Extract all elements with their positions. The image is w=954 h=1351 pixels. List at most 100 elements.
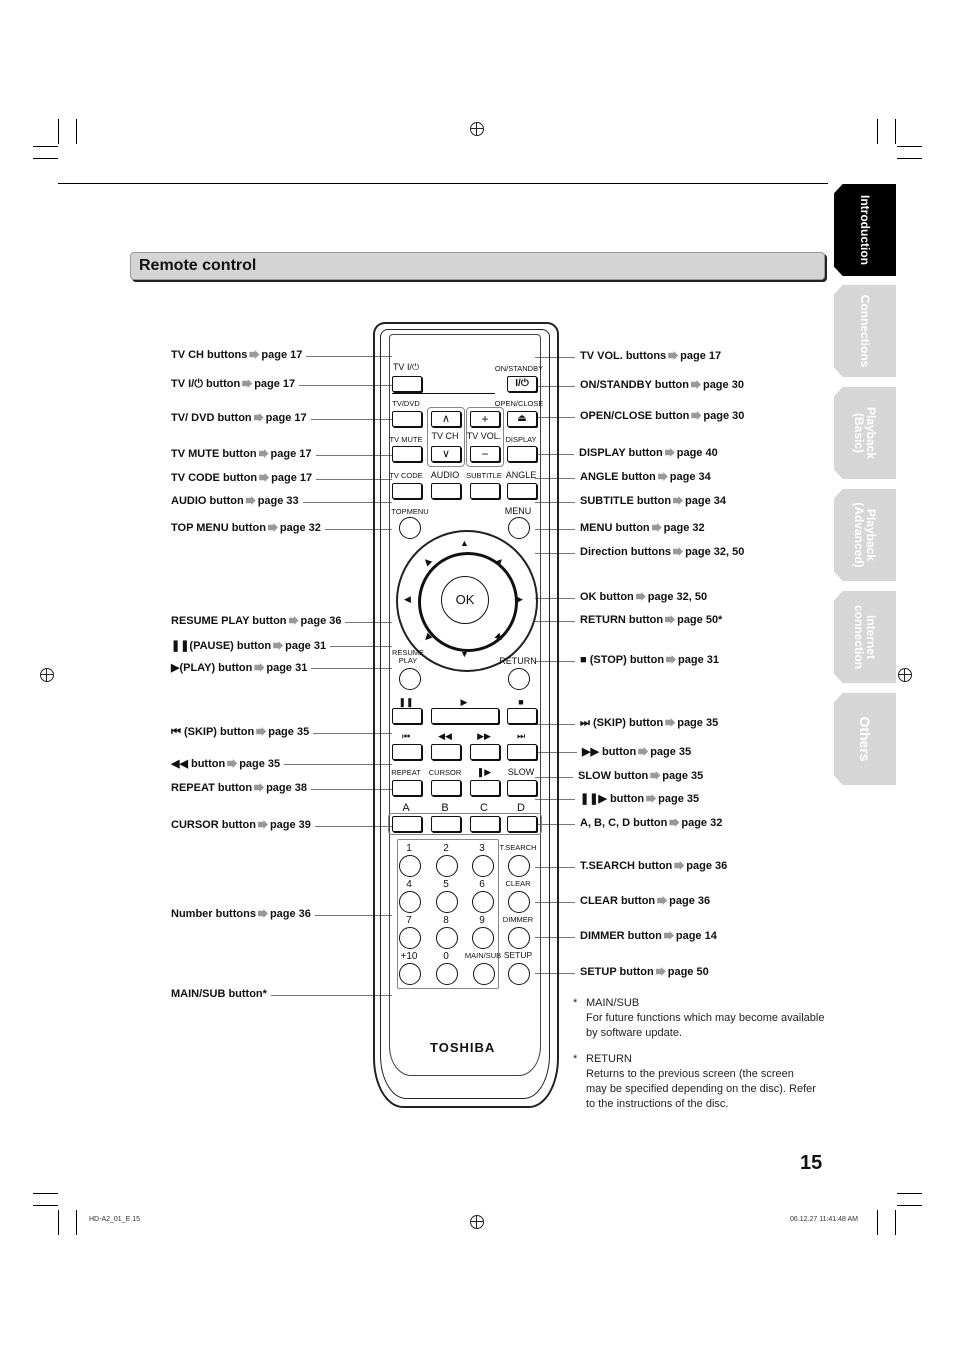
tv-dvd-button[interactable]: [392, 411, 422, 427]
page-ref[interactable]: page 32, 50: [685, 546, 744, 558]
page-ref[interactable]: page 32: [681, 817, 722, 829]
tv-mute-button[interactable]: [392, 446, 422, 462]
tab-introduction[interactable]: Introduction: [834, 184, 896, 276]
page-ref[interactable]: page 32, 50: [648, 591, 707, 603]
return-button[interactable]: [508, 668, 530, 690]
tab-internet-connection[interactable]: Internet connection: [834, 591, 896, 683]
a-button[interactable]: [392, 816, 422, 832]
number-button-4[interactable]: [399, 891, 421, 913]
page-ref[interactable]: page 36: [669, 895, 710, 907]
page-ref[interactable]: page 30: [703, 410, 744, 422]
page-ref[interactable]: page 17: [271, 448, 312, 460]
down-arrow-icon[interactable]: ▼: [460, 649, 469, 659]
page-ref[interactable]: page 35: [677, 717, 718, 729]
c-button[interactable]: [470, 816, 500, 832]
on-standby-button[interactable]: I/⏻: [507, 376, 537, 392]
t-search-button[interactable]: [508, 855, 530, 877]
left-arrow-icon[interactable]: ◀: [404, 594, 411, 605]
page-ref[interactable]: page 34: [685, 495, 726, 507]
page-ref[interactable]: page 17: [266, 412, 307, 424]
number-button-8[interactable]: [436, 927, 458, 949]
subtitle-button[interactable]: [470, 483, 500, 499]
page-ref[interactable]: page 30: [703, 379, 744, 391]
page-ref[interactable]: page 32: [664, 522, 705, 534]
right-arrow-icon[interactable]: ▶: [516, 594, 523, 605]
number-button-9[interactable]: [472, 927, 494, 949]
crop-mark: [895, 119, 896, 144]
tv-vol-up-button[interactable]: +: [470, 411, 500, 427]
tab-playback-basic[interactable]: Playback (Basic): [834, 387, 896, 479]
display-button[interactable]: [507, 446, 537, 462]
note-main-sub: MAIN/SUB For future functions which may …: [586, 996, 826, 1041]
menu-button[interactable]: [508, 517, 530, 539]
rewind-button[interactable]: [431, 744, 461, 760]
page-ref[interactable]: page 36: [301, 615, 342, 627]
page-ref[interactable]: page 36: [270, 908, 311, 920]
page-ref[interactable]: page 31: [266, 662, 307, 674]
section-title: Remote control: [139, 257, 257, 274]
page-ref[interactable]: page 17: [261, 349, 302, 361]
slow-button[interactable]: [507, 780, 537, 796]
page-ref[interactable]: page 40: [677, 447, 718, 459]
play-button[interactable]: [431, 708, 499, 724]
b-button[interactable]: [431, 816, 461, 832]
clear-button[interactable]: [508, 891, 530, 913]
tv-ch-down-button[interactable]: ∨: [431, 446, 461, 462]
audio-button[interactable]: [431, 483, 461, 499]
skip-forward-button[interactable]: [507, 744, 537, 760]
number-button-2[interactable]: [436, 855, 458, 877]
dimmer-button[interactable]: [508, 927, 530, 949]
ok-button[interactable]: OK: [441, 576, 489, 624]
fast-forward-button[interactable]: [470, 744, 500, 760]
d-button[interactable]: [507, 816, 537, 832]
up-arrow-icon[interactable]: ▲: [460, 538, 469, 548]
top-menu-button[interactable]: [399, 517, 421, 539]
tab-playback-advanced[interactable]: Playback (Advanced): [834, 489, 896, 581]
page-ref[interactable]: page 39: [270, 819, 311, 831]
pause-button[interactable]: [392, 708, 422, 724]
page-ref[interactable]: page 17: [271, 472, 312, 484]
page-ref[interactable]: page 36: [686, 860, 727, 872]
page-ref[interactable]: page 32: [280, 522, 321, 534]
open-close-button[interactable]: ⏏: [507, 411, 537, 427]
page-ref[interactable]: page 17: [254, 378, 295, 390]
stop-button[interactable]: [507, 708, 537, 724]
page-ref[interactable]: page 35: [239, 758, 280, 770]
page-ref[interactable]: page 50: [668, 966, 709, 978]
repeat-button[interactable]: [392, 780, 422, 796]
setup-button[interactable]: [508, 963, 530, 985]
page-ref[interactable]: page 33: [258, 495, 299, 507]
number-button-1[interactable]: [399, 855, 421, 877]
page-ref[interactable]: page 17: [680, 350, 721, 362]
number-button-5[interactable]: [436, 891, 458, 913]
number-button-3[interactable]: [472, 855, 494, 877]
slow-forward-button[interactable]: [470, 780, 500, 796]
number-button-+10[interactable]: [399, 963, 421, 985]
page-ref[interactable]: page 35: [662, 770, 703, 782]
tab-connections[interactable]: Connections: [834, 285, 896, 377]
page-ref[interactable]: page 35: [658, 793, 699, 805]
page-ref[interactable]: page 50*: [677, 614, 722, 626]
angle-button[interactable]: [507, 483, 537, 499]
tab-others[interactable]: Others: [834, 693, 896, 785]
cursor-button[interactable]: [431, 780, 461, 796]
tv-power-button[interactable]: [392, 376, 422, 392]
main-sub-button[interactable]: [473, 963, 495, 985]
page-ref[interactable]: page 35: [268, 726, 309, 738]
skip-back-button[interactable]: [392, 744, 422, 760]
number-button-6[interactable]: [472, 891, 494, 913]
page-ref[interactable]: page 38: [266, 782, 307, 794]
tv-ch-up-button[interactable]: ∧: [431, 411, 461, 427]
callout-label-right: Direction buttons page 32, 50: [580, 546, 744, 558]
number-button-0[interactable]: [436, 963, 458, 985]
tv-vol-down-button[interactable]: −: [470, 446, 500, 462]
page-ref[interactable]: page 35: [650, 746, 691, 758]
page-ref[interactable]: page 34: [670, 471, 711, 483]
page-ref-arrow-icon: [691, 411, 702, 420]
resume-play-button[interactable]: [399, 668, 421, 690]
page-ref[interactable]: page 31: [678, 654, 719, 666]
number-button-7[interactable]: [399, 927, 421, 949]
tv-code-button[interactable]: [392, 483, 422, 499]
page-ref[interactable]: page 14: [676, 930, 717, 942]
page-ref[interactable]: page 31: [285, 640, 326, 652]
